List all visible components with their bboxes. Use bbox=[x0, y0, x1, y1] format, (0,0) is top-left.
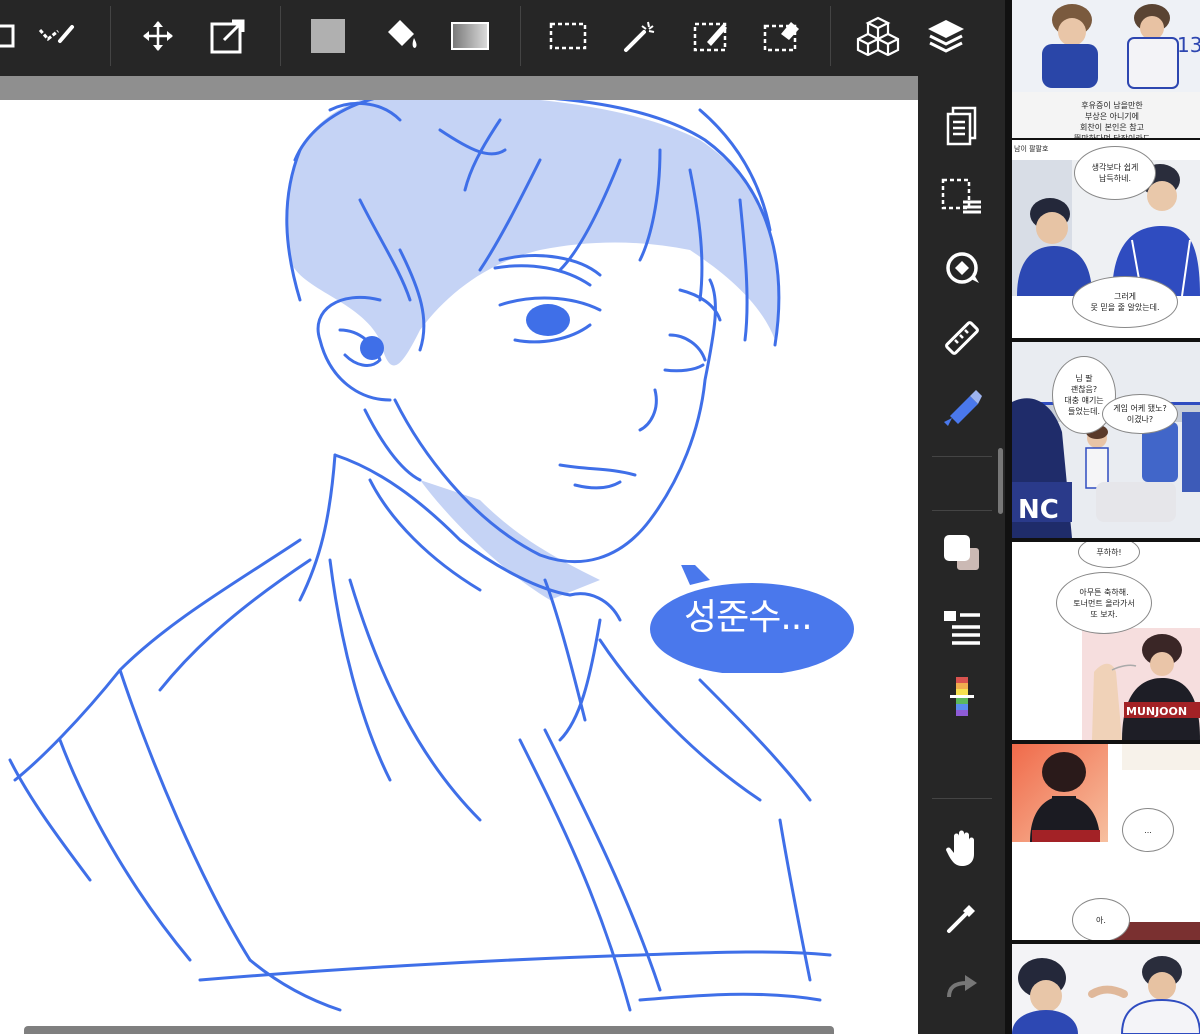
layer-properties-icon[interactable] bbox=[932, 600, 992, 652]
rightbar-divider bbox=[932, 798, 992, 799]
rightbar-divider bbox=[932, 510, 992, 511]
eyedropper-icon[interactable] bbox=[932, 892, 992, 944]
panel-resize-handle[interactable] bbox=[998, 448, 1003, 514]
reference-image-panel[interactable]: 13 후유증이 남을만한 부상은 아니기에 회찬이 본인은 참고 뛸만하다며 당… bbox=[1005, 0, 1200, 1034]
toolbar-divider bbox=[110, 6, 111, 66]
selection-eraser-icon[interactable] bbox=[756, 8, 808, 64]
rotate-canvas-icon[interactable] bbox=[932, 242, 992, 294]
panel-corner-text: 남이 팔팔호 bbox=[1014, 145, 1049, 153]
ruler-icon[interactable] bbox=[932, 312, 992, 364]
speech-text: 성준수... bbox=[684, 597, 813, 638]
hand-tool-icon[interactable] bbox=[932, 822, 992, 874]
jacket-text: MUNJOON bbox=[1126, 705, 1187, 718]
speech-bubble-ref: 그러게 못 믿을 줄 알았는데. bbox=[1072, 276, 1178, 328]
panel-caption: 후유증이 남을만한 부상은 아니기에 회찬이 본인은 참고 뛸만하다며 당장이라… bbox=[1074, 101, 1150, 138]
color-swatch-icon[interactable] bbox=[932, 528, 992, 580]
drawing-canvas[interactable]: 성준수... bbox=[0, 100, 918, 1034]
canvas-top-bar bbox=[0, 76, 918, 100]
comic-art bbox=[1012, 944, 1200, 1034]
redo-icon[interactable] bbox=[932, 960, 992, 1012]
3d-objects-icon[interactable] bbox=[852, 8, 904, 64]
toolbar-divider bbox=[520, 6, 521, 66]
reference-panel-4: MUNJOON 푸하하! 아무튼 축하해. 토너먼트 올라가서 또 보자. bbox=[1012, 542, 1200, 740]
reference-panel-2: 남이 팔팔호 생각보다 쉽게 납득하네. 그러게 못 믿을 줄 알았는데. bbox=[1012, 140, 1200, 338]
selection-layer-icon[interactable] bbox=[932, 170, 992, 222]
layer-partial-icon[interactable] bbox=[0, 8, 30, 64]
reference-panel-3: NC 님 팔 괜찮음? 대충 얘기는 들었는데. 게임 어케 됐노? 이겼나? bbox=[1012, 342, 1200, 538]
magic-wand-icon[interactable] bbox=[614, 8, 666, 64]
speech-bubble-ref: 아. bbox=[1072, 898, 1130, 940]
move-icon[interactable] bbox=[132, 8, 184, 64]
selection-pen-icon[interactable] bbox=[686, 8, 738, 64]
brush-tool-icon[interactable] bbox=[932, 380, 992, 432]
banner-text: NC bbox=[1018, 495, 1059, 525]
color-wheel-icon[interactable] bbox=[932, 670, 992, 722]
scale-icon[interactable] bbox=[202, 8, 254, 64]
paint-bucket-icon[interactable] bbox=[374, 8, 426, 64]
speech-bubble-ref: 아무튼 축하해. 토너먼트 올라가서 또 보자. bbox=[1056, 572, 1152, 634]
jersey-number: 13 bbox=[1177, 33, 1200, 57]
drawing-app: 성준수... bbox=[0, 0, 1005, 1034]
speech-bubble-ref: ... bbox=[1122, 808, 1174, 852]
speech-bubble-ref: 생각보다 쉽게 납득하네. bbox=[1074, 146, 1156, 200]
marquee-icon[interactable] bbox=[542, 8, 594, 64]
rightbar-divider bbox=[932, 456, 992, 457]
canvas-scroll-handle[interactable] bbox=[24, 1026, 834, 1034]
toolbar-divider bbox=[280, 6, 281, 66]
gradient-icon[interactable] bbox=[444, 8, 496, 64]
transform-brush-icon[interactable] bbox=[30, 8, 82, 64]
reference-panel-1: 13 후유증이 남을만한 부상은 아니기에 회찬이 본인은 참고 뛸만하다며 당… bbox=[1012, 0, 1200, 138]
fill-color-icon[interactable] bbox=[302, 8, 354, 64]
comic-art: 13 bbox=[1012, 0, 1200, 92]
reference-panel-6 bbox=[1012, 944, 1200, 1034]
pages-icon[interactable] bbox=[932, 100, 992, 152]
reference-panel-5: ... 아. bbox=[1012, 744, 1200, 940]
top-toolbar bbox=[0, 0, 1005, 76]
toolbar-divider bbox=[830, 6, 831, 66]
speech-bubble-ref: 게임 어케 됐노? 이겼나? bbox=[1102, 394, 1178, 434]
layers-icon[interactable] bbox=[920, 8, 972, 64]
right-toolbar bbox=[918, 76, 1005, 1034]
